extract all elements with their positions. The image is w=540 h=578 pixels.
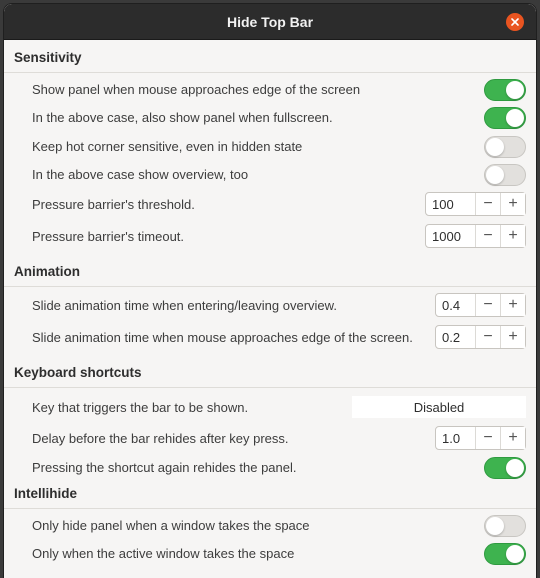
active-window-space-toggle[interactable] bbox=[484, 543, 526, 565]
show-overview-label: In the above case show overview, too bbox=[32, 167, 249, 182]
section-keyboard-shortcuts: Keyboard shortcuts bbox=[14, 365, 142, 380]
preferences-content: Sensitivity Show panel when mouse approa… bbox=[4, 40, 536, 576]
anim-overview-value[interactable]: 0.4 bbox=[436, 294, 476, 316]
decrement-button[interactable]: − bbox=[476, 225, 500, 247]
rehide-delay-value[interactable]: 1.0 bbox=[436, 427, 476, 449]
show-fullscreen-toggle[interactable] bbox=[484, 107, 526, 129]
active-window-space-label: Only when the active window takes the sp… bbox=[32, 546, 295, 561]
decrement-button[interactable]: − bbox=[476, 427, 500, 449]
separator bbox=[4, 387, 536, 388]
show-panel-edge-label: Show panel when mouse approaches edge of… bbox=[32, 82, 361, 97]
increment-button[interactable]: + bbox=[500, 193, 525, 215]
anim-edge-spinner: 0.2 − + bbox=[435, 325, 526, 349]
window-title: Hide Top Bar bbox=[226, 13, 314, 30]
toggle-knob bbox=[506, 459, 524, 477]
decrement-button[interactable]: − bbox=[476, 294, 500, 316]
separator bbox=[4, 508, 536, 509]
decrement-button[interactable]: − bbox=[476, 326, 500, 348]
pressure-timeout-value[interactable]: 1000 bbox=[426, 225, 476, 247]
pressure-timeout-label: Pressure barrier's timeout. bbox=[32, 229, 185, 244]
close-button[interactable] bbox=[506, 13, 524, 31]
show-overview-toggle[interactable] bbox=[484, 164, 526, 186]
hot-corner-label: Keep hot corner sensitive, even in hidde… bbox=[32, 139, 303, 154]
show-fullscreen-label: In the above case, also show panel when … bbox=[32, 110, 333, 125]
pressure-threshold-label: Pressure barrier's threshold. bbox=[32, 197, 195, 212]
preferences-window: Hide Top Bar Sensitivity Show panel when… bbox=[4, 4, 536, 578]
pressure-threshold-spinner: 100 − + bbox=[425, 192, 526, 216]
anim-edge-value[interactable]: 0.2 bbox=[436, 326, 476, 348]
toggle-knob bbox=[506, 81, 524, 99]
increment-button[interactable]: + bbox=[500, 427, 525, 449]
toggle-knob bbox=[506, 109, 524, 127]
pressure-timeout-spinner: 1000 − + bbox=[425, 224, 526, 248]
increment-button[interactable]: + bbox=[500, 225, 525, 247]
close-icon bbox=[511, 18, 519, 26]
rehide-delay-label: Delay before the bar rehides after key p… bbox=[32, 431, 289, 446]
decrement-button[interactable]: − bbox=[476, 193, 500, 215]
toggle-knob bbox=[486, 517, 504, 535]
toggle-knob bbox=[486, 138, 504, 156]
hide-window-space-toggle[interactable] bbox=[484, 515, 526, 537]
section-intellihide: Intellihide bbox=[14, 486, 78, 501]
shortcut-rehide-label: Pressing the shortcut again rehides the … bbox=[32, 460, 297, 475]
pressure-threshold-value[interactable]: 100 bbox=[426, 193, 476, 215]
title-bar: Hide Top Bar bbox=[4, 4, 536, 40]
shortcut-rehide-toggle[interactable] bbox=[484, 457, 526, 479]
toggle-knob bbox=[486, 166, 504, 184]
hide-window-space-label: Only hide panel when a window takes the … bbox=[32, 518, 310, 533]
separator bbox=[4, 72, 536, 73]
section-sensitivity: Sensitivity bbox=[14, 50, 82, 65]
anim-overview-spinner: 0.4 − + bbox=[435, 293, 526, 317]
increment-button[interactable]: + bbox=[500, 326, 525, 348]
shortcut-key-label: Key that triggers the bar to be shown. bbox=[32, 400, 249, 415]
section-animation: Animation bbox=[14, 264, 80, 279]
anim-edge-label: Slide animation time when mouse approach… bbox=[32, 330, 413, 345]
hot-corner-toggle[interactable] bbox=[484, 136, 526, 158]
increment-button[interactable]: + bbox=[500, 294, 525, 316]
separator bbox=[4, 286, 536, 287]
shortcut-key-field[interactable]: Disabled bbox=[352, 396, 526, 418]
anim-overview-label: Slide animation time when entering/leavi… bbox=[32, 298, 337, 313]
show-panel-edge-toggle[interactable] bbox=[484, 79, 526, 101]
rehide-delay-spinner: 1.0 − + bbox=[435, 426, 526, 450]
toggle-knob bbox=[506, 545, 524, 563]
